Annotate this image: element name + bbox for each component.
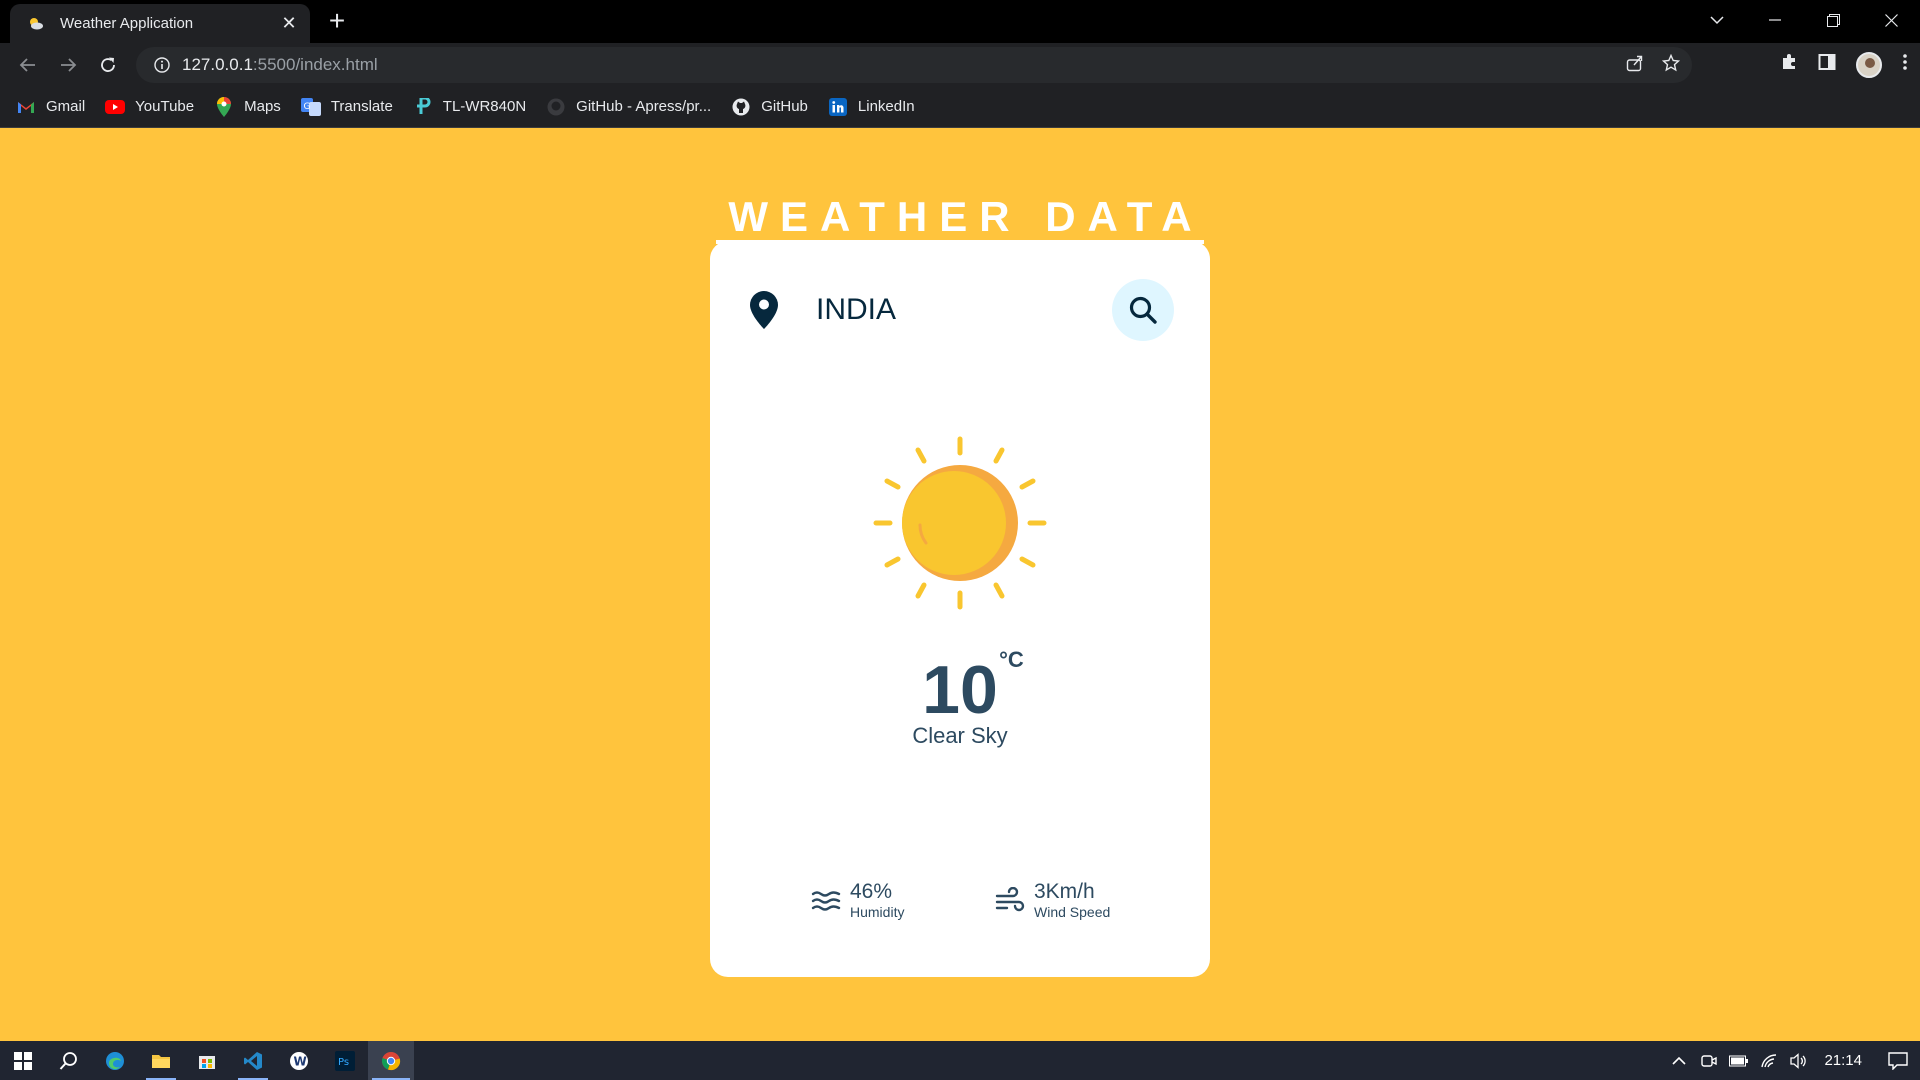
humidity-stat: 46% Humidity (810, 881, 904, 921)
wind-value: 3Km/h (1034, 880, 1095, 903)
temperature-unit: °C (999, 647, 1024, 672)
bookmark-github-apress[interactable]: GitHub - Apress/pr... (546, 97, 711, 117)
linkedin-icon (828, 97, 848, 117)
weather-favicon-icon (26, 14, 46, 34)
bookmark-linkedin[interactable]: LinkedIn (828, 97, 915, 117)
maps-icon (214, 96, 234, 117)
reload-icon[interactable] (88, 45, 128, 85)
svg-text:W: W (294, 1054, 307, 1068)
temperature-display: 10 °C (710, 647, 1210, 729)
url-host: 127.0.0.1 (182, 55, 253, 74)
bookmark-star-icon[interactable] (1661, 53, 1681, 77)
search-button[interactable] (1112, 279, 1174, 341)
tplink-icon (413, 97, 433, 117)
weather-description: Clear Sky (912, 723, 1008, 748)
minimize-icon[interactable] (1746, 0, 1804, 40)
github-icon (546, 97, 566, 117)
bookmark-github[interactable]: GitHub (731, 97, 808, 117)
weather-page: WEATHER DATA INDIA 10 °C Clear Sky 46% H… (0, 129, 1920, 1041)
vscode-icon[interactable] (230, 1041, 276, 1080)
weather-card: 10°C Clear Sky 46% Humidity 3Km/h Wind (710, 241, 1210, 977)
chrome-icon[interactable] (368, 1041, 414, 1080)
bookmark-tplink[interactable]: TL-WR840N (413, 97, 526, 117)
svg-text:G: G (303, 102, 310, 112)
close-window-icon[interactable] (1862, 0, 1920, 40)
bookmark-label: YouTube (135, 98, 195, 115)
window-controls (1688, 0, 1920, 40)
share-icon[interactable] (1626, 54, 1644, 77)
meet-now-icon[interactable] (1694, 1053, 1724, 1069)
new-tab-button[interactable]: + (322, 7, 352, 35)
url-path: :5500/index.html (252, 55, 378, 74)
photoshop-icon[interactable]: Ps (322, 1041, 368, 1080)
profile-avatar[interactable] (1856, 51, 1882, 78)
bookmark-label: Gmail (46, 98, 86, 115)
page-heading: WEATHER DATA (0, 193, 1920, 244)
translate-icon: G (300, 97, 321, 117)
menu-dots-icon[interactable] (1902, 53, 1908, 76)
bookmark-label: GitHub - Apress/pr... (576, 98, 712, 115)
wind-stat: 3Km/h Wind Speed (994, 881, 1110, 921)
tab-title: Weather Application (60, 15, 194, 32)
svg-text:Ps: Ps (338, 1057, 349, 1068)
store-icon[interactable] (184, 1041, 230, 1080)
city-search-input[interactable] (816, 293, 1086, 327)
tab-search-icon[interactable] (1688, 0, 1746, 40)
forward-arrow-icon[interactable] (48, 45, 88, 85)
page-title: WEATHER DATA (716, 193, 1204, 244)
volume-icon[interactable] (1784, 1052, 1814, 1069)
side-panel-icon[interactable] (1818, 53, 1836, 76)
bookmark-label: TL-WR840N (442, 98, 527, 115)
windows-start-icon[interactable] (0, 1041, 46, 1080)
browser-toolbar: 127.0.0.1:5500/index.html (0, 43, 1920, 86)
bookmark-maps[interactable]: Maps (214, 96, 281, 117)
restore-icon[interactable] (1804, 0, 1862, 40)
wifi-icon[interactable] (1754, 1053, 1784, 1068)
bookmark-label: Maps (244, 98, 281, 115)
back-arrow-icon[interactable] (8, 45, 48, 85)
youtube-icon (105, 97, 126, 117)
notifications-icon[interactable] (1876, 1051, 1920, 1070)
gmail-icon (16, 97, 36, 117)
search-box (746, 279, 1174, 341)
wordpad-icon[interactable]: W (276, 1041, 322, 1080)
address-bar[interactable]: 127.0.0.1:5500/index.html (136, 47, 1692, 83)
bookmark-translate[interactable]: G Translate (300, 97, 393, 117)
site-info-icon[interactable] (142, 57, 182, 73)
sun-icon (873, 436, 1047, 610)
weather-details: 46% Humidity 3Km/h Wind Speed (710, 881, 1210, 931)
toolbar-actions (1780, 43, 1908, 86)
location-pin-icon (746, 290, 782, 330)
browser-tab-bar: Weather Application ✕ + (0, 0, 1920, 43)
wind-label: Wind Speed (1034, 904, 1111, 920)
bookmarks-bar: Gmail YouTube Maps G Translate TL-WR840N… (0, 86, 1920, 128)
file-explorer-icon[interactable] (138, 1041, 184, 1080)
temperature-value: 10 °C (922, 647, 1024, 728)
browser-tab[interactable]: Weather Application ✕ (10, 4, 310, 43)
search-icon (1129, 296, 1157, 324)
bookmark-youtube[interactable]: YouTube (105, 97, 194, 117)
edge-browser-icon[interactable] (92, 1041, 138, 1080)
show-hidden-icons-icon[interactable] (1664, 1056, 1694, 1066)
tab-close-icon[interactable]: ✕ (278, 13, 300, 34)
humidity-waves-icon (810, 885, 842, 917)
extensions-puzzle-icon[interactable] (1780, 53, 1798, 76)
battery-icon[interactable] (1724, 1055, 1754, 1067)
humidity-label: Humidity (850, 904, 905, 920)
taskbar-clock[interactable]: 21:14 (1824, 1052, 1862, 1069)
taskbar-search-icon[interactable] (46, 1041, 92, 1080)
bookmark-gmail[interactable]: Gmail (16, 97, 85, 117)
wind-icon (994, 885, 1026, 917)
bookmark-label: GitHub (761, 98, 808, 115)
bookmark-label: LinkedIn (857, 98, 915, 115)
humidity-value: 46% (850, 880, 893, 903)
url-text: 127.0.0.1:5500/index.html (182, 55, 378, 75)
bookmark-label: Translate (330, 98, 393, 115)
omnibox-actions (1626, 47, 1681, 83)
system-tray: 21:14 (1664, 1041, 1920, 1080)
windows-taskbar: W Ps 21:14 (0, 1041, 1920, 1080)
github-icon (731, 97, 751, 117)
